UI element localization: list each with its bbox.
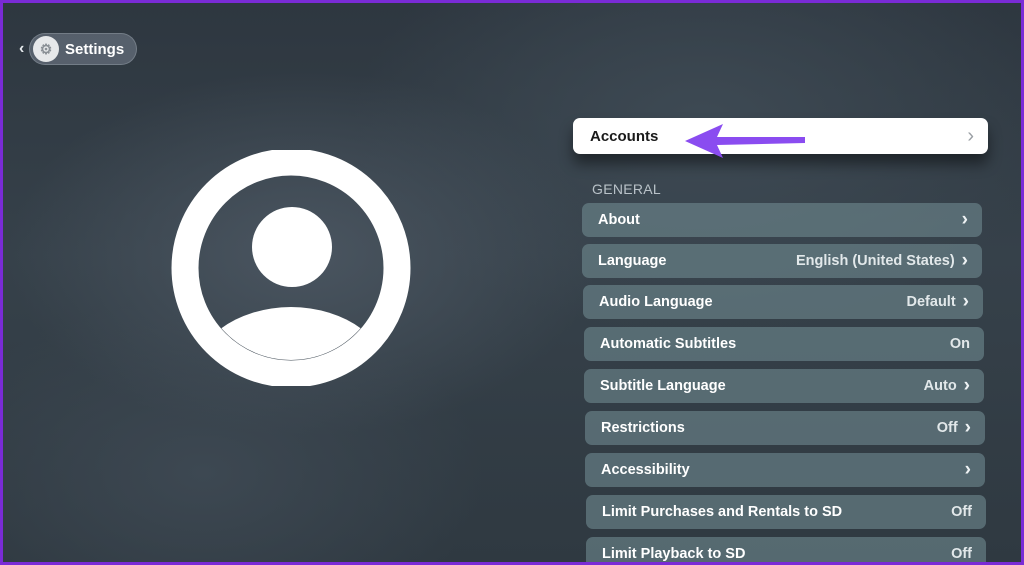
row-value: Auto xyxy=(923,378,957,394)
annotation-arrow-icon xyxy=(685,124,805,158)
chevron-right-icon: › xyxy=(964,417,971,438)
person-circle-icon xyxy=(171,150,411,386)
row-label: Accessibility xyxy=(601,462,690,478)
back-button[interactable]: ‹ ⚙ Settings xyxy=(19,33,138,65)
chevron-right-icon: › xyxy=(964,459,971,480)
row-value: On xyxy=(949,336,970,352)
row-label: Restrictions xyxy=(601,420,685,436)
tv-settings-screen: ‹ ⚙ Settings Accounts › GENERAL About › La… xyxy=(3,3,1021,562)
accounts-label: Accounts xyxy=(590,127,659,145)
row-right: English (United States) › xyxy=(796,250,968,272)
settings-row-audio-language[interactable]: Audio Language Default › xyxy=(583,285,983,319)
row-label: Limit Purchases and Rentals to SD xyxy=(602,504,843,520)
settings-breadcrumb-pill[interactable]: ⚙ Settings xyxy=(29,33,138,65)
row-label: About xyxy=(598,212,640,228)
settings-row-automatic-subtitles[interactable]: Automatic Subtitles On xyxy=(584,327,984,361)
chevron-right-icon: › xyxy=(961,250,968,271)
settings-row-accessibility[interactable]: Accessibility › xyxy=(585,453,985,487)
row-label: Audio Language xyxy=(599,294,713,310)
settings-row-limit-playback-to-sd[interactable]: Limit Playback to SD Off xyxy=(586,537,986,562)
row-value: Off xyxy=(951,504,972,520)
chevron-right-icon: › xyxy=(967,124,974,147)
row-right: Off xyxy=(951,546,972,562)
row-right: Off › xyxy=(937,417,971,439)
chevron-right-icon: › xyxy=(962,291,969,312)
row-right: › xyxy=(955,209,968,231)
row-value: Off xyxy=(936,420,958,436)
settings-row-limit-purchases-and-rentals-to-sd[interactable]: Limit Purchases and Rentals to SD Off xyxy=(586,495,986,529)
row-right: Auto › xyxy=(924,375,970,397)
row-right: › xyxy=(958,459,971,481)
row-label: Subtitle Language xyxy=(600,378,726,394)
row-value: Off xyxy=(951,546,972,562)
chevron-right-icon: › xyxy=(963,375,970,396)
chevron-left-icon: ‹ xyxy=(19,40,25,57)
row-right: Off xyxy=(951,504,972,520)
row-label: Automatic Subtitles xyxy=(600,336,737,352)
settings-row-subtitle-language[interactable]: Subtitle Language Auto › xyxy=(584,369,984,403)
section-header-general: GENERAL xyxy=(592,181,662,197)
row-right: On xyxy=(950,336,970,352)
row-label: Limit Playback to SD xyxy=(602,546,746,562)
settings-row-language[interactable]: Language English (United States) › xyxy=(582,244,982,278)
row-label: Language xyxy=(598,253,667,269)
row-value: Default xyxy=(906,294,956,310)
row-right: Default › xyxy=(907,291,969,313)
settings-row-restrictions[interactable]: Restrictions Off › xyxy=(585,411,985,445)
chevron-right-icon: › xyxy=(961,209,968,230)
settings-gear-icon: ⚙ xyxy=(33,36,59,62)
page-title: Settings xyxy=(65,40,125,58)
settings-row-about[interactable]: About › xyxy=(582,203,982,237)
avatar-head xyxy=(252,207,332,287)
row-value: English (United States) xyxy=(795,253,955,269)
